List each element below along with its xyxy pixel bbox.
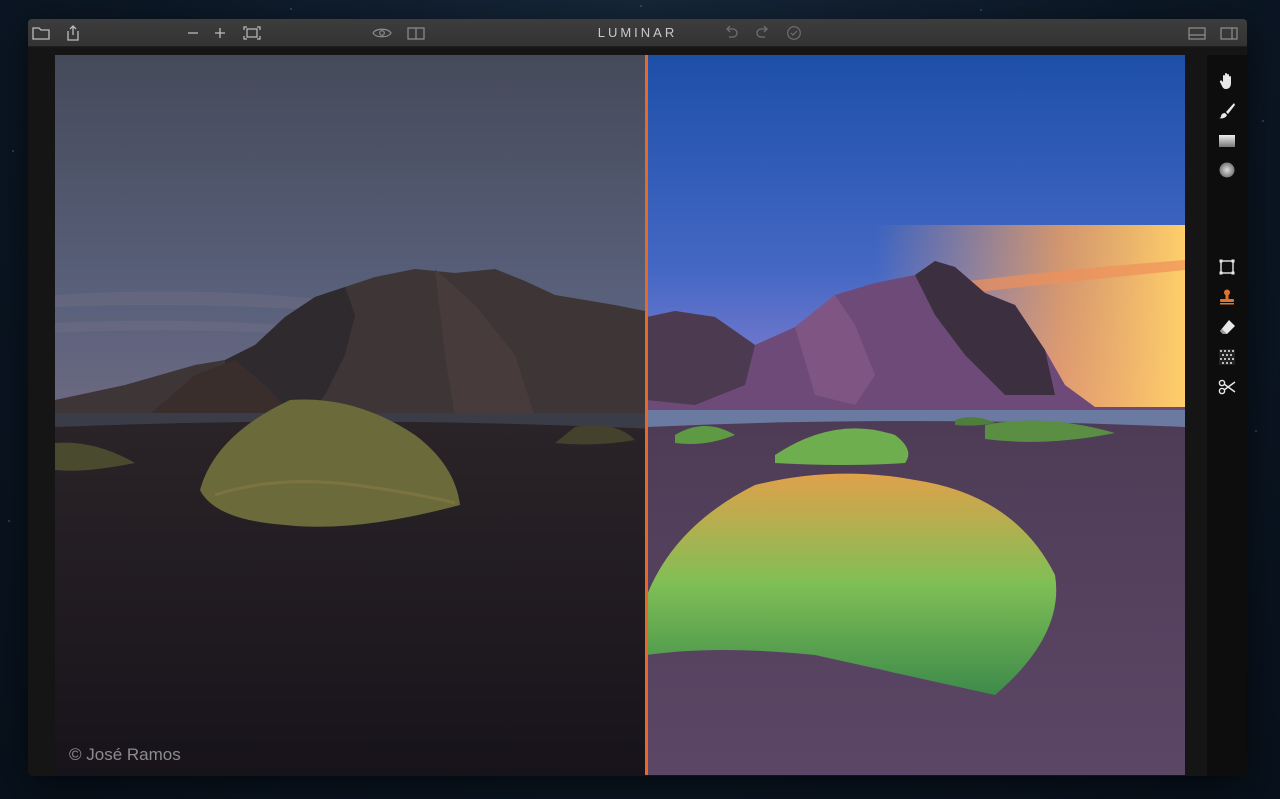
after-image (647, 55, 1185, 775)
app-window: LUMINAR © José Ramos (28, 19, 1247, 776)
redo-icon[interactable] (753, 23, 773, 43)
folder-icon[interactable] (31, 23, 51, 43)
fit-screen-icon[interactable] (242, 23, 262, 43)
tools-sidebar (1207, 55, 1247, 776)
side-panel-icon[interactable] (1219, 23, 1239, 43)
zoom-out-icon[interactable] (183, 23, 203, 43)
scissors-icon[interactable] (1217, 377, 1237, 397)
undo-icon[interactable] (721, 23, 741, 43)
zoom-in-icon[interactable] (210, 23, 230, 43)
title-bar: LUMINAR (28, 19, 1247, 47)
radial-mask-icon[interactable] (1217, 160, 1237, 180)
before-image: © José Ramos (55, 55, 647, 775)
share-icon[interactable] (63, 23, 83, 43)
history-icon[interactable] (784, 23, 804, 43)
filmstrip-panel-icon[interactable] (1187, 23, 1207, 43)
hand-icon[interactable] (1217, 71, 1237, 91)
photo-canvas[interactable]: © José Ramos (55, 55, 1185, 775)
clone-stamp-icon[interactable] (1217, 287, 1237, 307)
gradient-mask-icon[interactable] (1217, 131, 1237, 151)
compare-split-icon[interactable] (406, 23, 426, 43)
compare-divider-handle[interactable] (645, 55, 648, 775)
photo-copyright: © José Ramos (69, 745, 181, 764)
eraser-icon[interactable] (1217, 317, 1237, 337)
noise-icon[interactable] (1217, 347, 1237, 367)
preview-eye-icon[interactable] (372, 23, 392, 43)
brush-icon[interactable] (1217, 101, 1237, 121)
crop-icon[interactable] (1217, 257, 1237, 277)
